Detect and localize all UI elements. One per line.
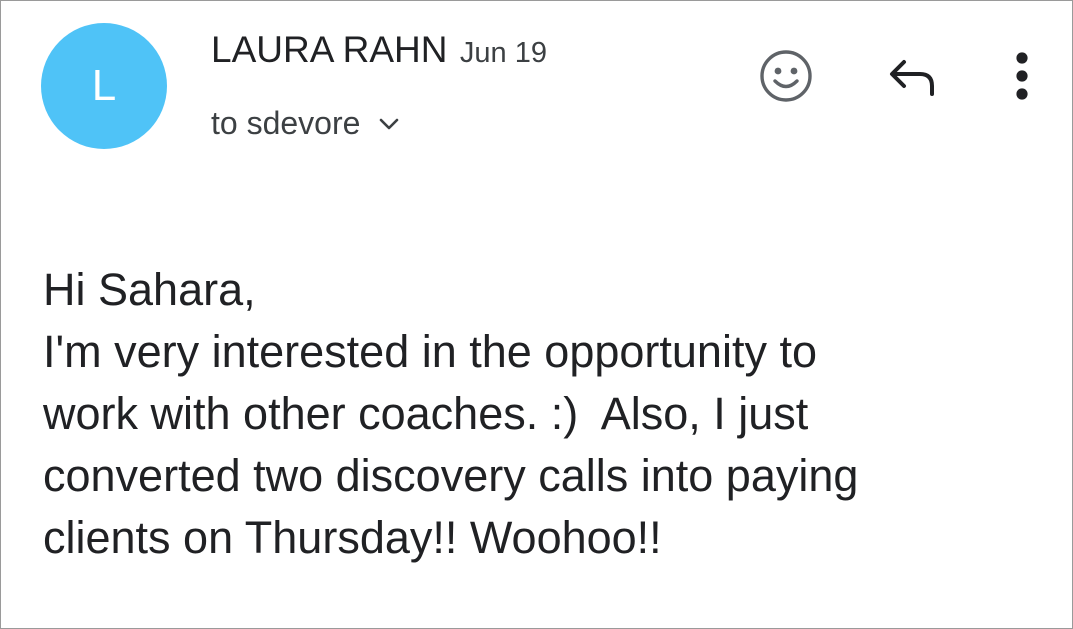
reply-icon (886, 50, 940, 109)
chevron-down-icon[interactable] (378, 116, 400, 132)
recipient-details-toggle[interactable]: to sdevore (211, 105, 400, 142)
sender-header: LAURA RAHN Jun 19 (211, 29, 547, 71)
avatar[interactable]: L (41, 23, 167, 149)
avatar-initial: L (91, 61, 117, 110)
body-line: converted two discovery calls into payin… (43, 450, 859, 501)
more-options-button[interactable] (1001, 49, 1043, 107)
emoji-smile-icon (758, 48, 814, 109)
message-body: Hi Sahara, I'm very interested in the op… (43, 259, 1043, 569)
more-vertical-icon (1015, 51, 1029, 106)
reply-button[interactable] (885, 51, 941, 107)
body-line: clients on Thursday!! Woohoo!! (43, 512, 662, 563)
message-date: Jun 19 (459, 37, 547, 69)
body-line: Hi Sahara, (43, 264, 256, 315)
body-line: work with other coaches. :) Also, I just (43, 388, 809, 439)
emoji-reaction-button[interactable] (757, 49, 815, 107)
sender-name[interactable]: LAURA RAHN (211, 29, 447, 70)
body-line: I'm very interested in the opportunity t… (43, 326, 817, 377)
recipient-text: to sdevore (211, 105, 361, 141)
email-message-view: L LAURA RAHN Jun 19 to sdevore Hi Sahara… (0, 0, 1073, 629)
